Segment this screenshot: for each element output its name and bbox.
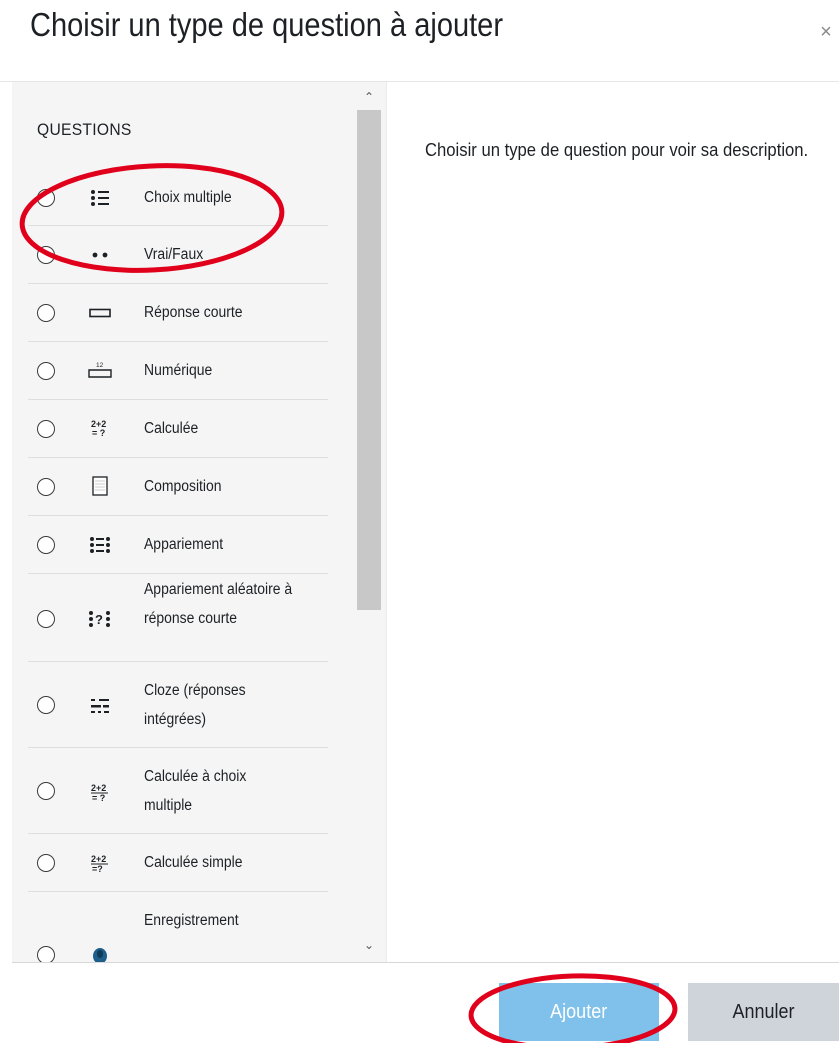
multichoice-icon — [85, 187, 115, 209]
description-pane: Choisir un type de question pour voir sa… — [386, 82, 839, 962]
question-type-list[interactable]: QUESTIONS Choix multiple Vrai/Faux Répon… — [12, 82, 356, 962]
calculatedsimple-icon: 2+2 =? — [85, 852, 115, 874]
option-label: Composition — [144, 478, 222, 495]
radio-calculatedmulti[interactable] — [37, 782, 55, 800]
list-scrollbar[interactable]: ⌃ ⌄ — [356, 82, 386, 962]
svg-text:12: 12 — [96, 362, 104, 369]
option-label: Cloze (réponses intégrées) — [144, 682, 246, 728]
radio-shortanswer[interactable] — [37, 304, 55, 322]
svg-text:=?: =? — [92, 864, 103, 873]
radio-match[interactable] — [37, 536, 55, 554]
scroll-down-icon[interactable]: ⌄ — [362, 938, 376, 952]
randomsamatch-icon: ? — [85, 608, 115, 630]
option-numerical[interactable]: 12 Numérique — [28, 342, 328, 400]
scroll-thumb[interactable] — [357, 110, 381, 610]
dialog-body: QUESTIONS Choix multiple Vrai/Faux Répon… — [12, 82, 839, 962]
close-icon[interactable]: × — [816, 22, 836, 42]
add-button[interactable]: Ajouter — [499, 983, 659, 1041]
option-label: Appariement aléatoire à réponse courte — [144, 581, 293, 627]
svg-text:= ?: = ? — [92, 793, 105, 802]
recording-icon — [85, 942, 115, 962]
option-label: Vrai/Faux — [144, 246, 204, 263]
svg-text:?: ? — [95, 612, 103, 627]
option-randomsamatch[interactable]: ? Appariement aléatoire à réponse courte — [28, 574, 328, 662]
section-label-questions: QUESTIONS — [37, 120, 132, 139]
option-label: Calculée simple — [144, 854, 243, 871]
option-label: Enregistrement — [144, 912, 239, 929]
scroll-up-icon[interactable]: ⌃ — [362, 90, 376, 104]
question-type-dialog: Choisir un type de question à ajouter × … — [0, 0, 839, 1043]
option-shortanswer[interactable]: Réponse courte — [28, 284, 328, 342]
option-calculatedmulti[interactable]: 2+2 = ? Calculée à choix multiple — [28, 748, 328, 834]
truefalse-icon — [85, 244, 115, 266]
radio-multichoice[interactable] — [37, 189, 55, 207]
option-label: Réponse courte — [144, 304, 243, 321]
option-multianswer[interactable]: Cloze (réponses intégrées) — [28, 662, 328, 748]
radio-numerical[interactable] — [37, 362, 55, 380]
option-label: Choix multiple — [144, 189, 232, 206]
question-description: Choisir un type de question pour voir sa… — [425, 139, 809, 160]
svg-text:2+2: 2+2 — [91, 783, 106, 793]
svg-text:= ?: = ? — [92, 428, 105, 438]
option-label: Numérique — [144, 362, 213, 379]
question-type-list-pane: QUESTIONS Choix multiple Vrai/Faux Répon… — [12, 82, 386, 962]
footer-divider — [12, 962, 839, 963]
radio-essay[interactable] — [37, 478, 55, 496]
option-multichoice[interactable]: Choix multiple — [28, 170, 328, 226]
radio-randomsamatch[interactable] — [37, 610, 55, 628]
essay-icon — [85, 475, 115, 497]
calculated-icon: 2+2 = ? — [85, 417, 115, 439]
option-recording[interactable]: Enregistrement — [28, 892, 328, 962]
svg-text:2+2: 2+2 — [91, 854, 106, 864]
option-match[interactable]: Appariement — [28, 516, 328, 574]
radio-recording[interactable] — [37, 946, 55, 962]
option-calculated[interactable]: 2+2 = ? Calculée — [28, 400, 328, 458]
shortanswer-icon — [85, 302, 115, 324]
option-calculatedsimple[interactable]: 2+2 =? Calculée simple — [28, 834, 328, 892]
radio-calculatedsimple[interactable] — [37, 854, 55, 872]
multianswer-icon — [85, 695, 115, 717]
option-label: Appariement — [144, 536, 224, 553]
add-button-label: Ajouter — [550, 1000, 608, 1023]
calculatedmulti-icon: 2+2 = ? — [85, 781, 115, 803]
radio-truefalse[interactable] — [37, 246, 55, 264]
option-label: Calculée — [144, 420, 199, 437]
numerical-icon: 12 — [85, 358, 115, 380]
radio-calculated[interactable] — [37, 420, 55, 438]
match-icon — [85, 534, 115, 556]
option-essay[interactable]: Composition — [28, 458, 328, 516]
option-truefalse[interactable]: Vrai/Faux — [28, 226, 328, 284]
cancel-button[interactable]: Annuler — [688, 983, 839, 1041]
dialog-title: Choisir un type de question à ajouter — [30, 6, 504, 43]
cancel-button-label: Annuler — [732, 1000, 795, 1023]
radio-multianswer[interactable] — [37, 696, 55, 714]
option-label: Calculée à choix multiple — [144, 768, 247, 814]
